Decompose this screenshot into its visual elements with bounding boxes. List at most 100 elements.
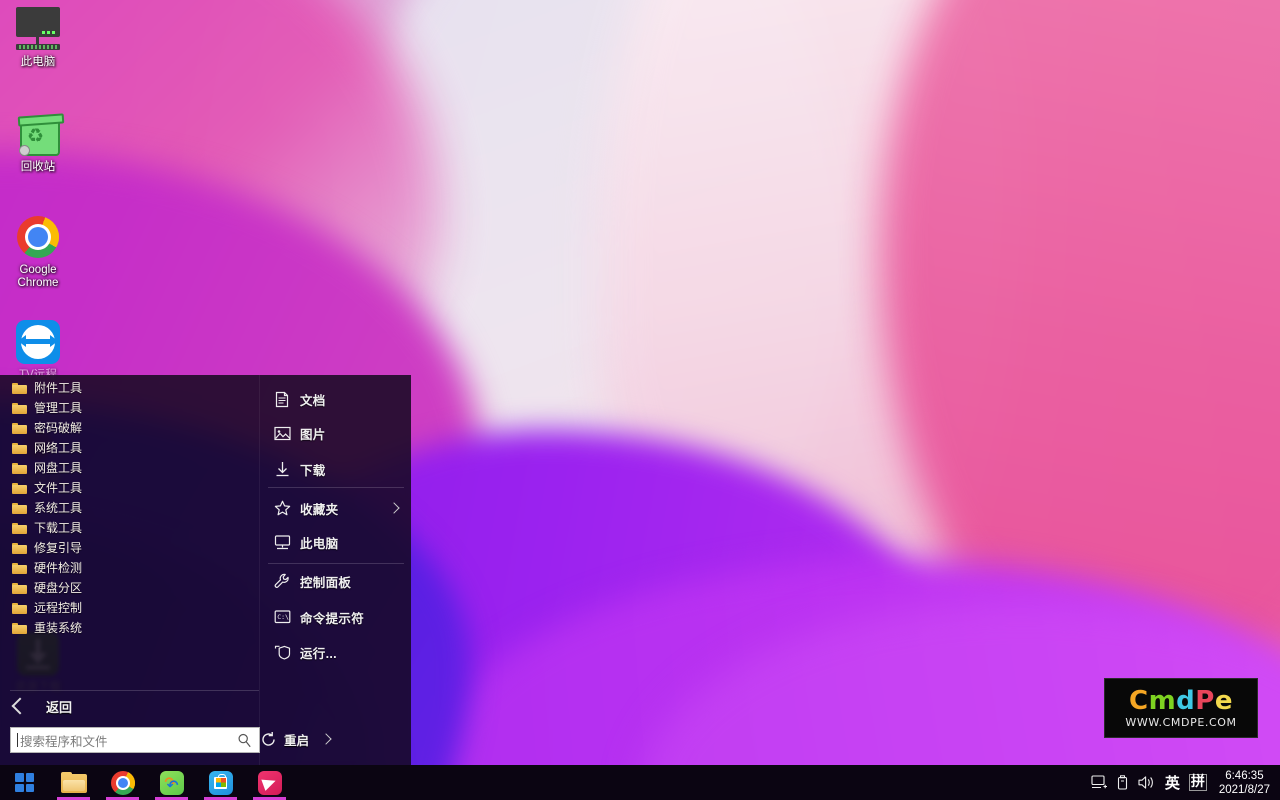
- folder-item[interactable]: 网盘工具: [0, 458, 259, 478]
- folder-label: 附件工具: [34, 382, 82, 394]
- folder-item[interactable]: 硬盘分区: [0, 578, 259, 598]
- folder-label: 远程控制: [34, 602, 82, 614]
- windows-logo-icon: [15, 773, 34, 792]
- menu-item-downloads[interactable]: 下载: [260, 456, 411, 482]
- chevron-left-icon: [12, 698, 29, 715]
- restart-label: 重启: [284, 730, 309, 749]
- star-favorites-icon: [273, 499, 291, 517]
- menu-item-this-pc[interactable]: 此电脑: [260, 529, 411, 555]
- menu-item-label: 下载: [300, 460, 326, 479]
- search-placeholder: 搜索程序和文件: [20, 731, 237, 750]
- folder-item[interactable]: 重装系统: [0, 618, 259, 638]
- taskbar-file-explorer[interactable]: [49, 765, 98, 800]
- menu-divider-2: [268, 563, 404, 564]
- desktop-icon-google-chrome[interactable]: Google Chrome: [1, 213, 75, 290]
- menu-item-label: 此电脑: [300, 533, 338, 552]
- folder-icon: [12, 602, 27, 614]
- folder-label: 硬件检测: [34, 562, 82, 574]
- desktop-icon-teamviewer[interactable]: TV远程: [1, 318, 75, 382]
- sync-arrows-icon: ↷↶: [160, 771, 184, 795]
- folder-icon: [12, 582, 27, 594]
- monitor-this-pc-icon: [273, 533, 291, 551]
- teamviewer-icon: [14, 318, 62, 366]
- menu-item-label: 收藏夹: [300, 499, 338, 518]
- folder-label: 修复引导: [34, 542, 82, 554]
- menu-item-label: 运行...: [300, 643, 337, 662]
- menu-item-pictures[interactable]: 图片: [260, 420, 411, 446]
- wrench-control-panel-icon: [273, 572, 291, 590]
- folder-icon: [12, 482, 27, 494]
- taskbar-telegram[interactable]: [245, 765, 294, 800]
- folder-item[interactable]: 修复引导: [0, 538, 259, 558]
- ime-language-indicator[interactable]: 英: [1165, 772, 1180, 793]
- folder-icon: [61, 772, 87, 793]
- run-icon: [273, 643, 291, 661]
- volume-icon[interactable]: [1138, 775, 1156, 790]
- cmdpe-watermark: CmdPe WWW.CMDPE.COM: [1104, 678, 1258, 738]
- desktop-icon-recycle-bin[interactable]: ♻ 回收站: [1, 110, 75, 174]
- menu-item-run[interactable]: 运行...: [260, 639, 411, 665]
- folder-label: 管理工具: [34, 402, 82, 414]
- folder-label: 系统工具: [34, 502, 82, 514]
- taskbar-sync-tool[interactable]: ↷↶: [147, 765, 196, 800]
- folder-label: 网盘工具: [34, 462, 82, 474]
- folder-item[interactable]: 硬件检测: [0, 558, 259, 578]
- menu-divider-1: [268, 487, 404, 488]
- menu-item-control-panel[interactable]: 控制面板: [260, 568, 411, 594]
- cmdpe-url: WWW.CMDPE.COM: [1125, 716, 1236, 729]
- chevron-right-icon: [320, 733, 331, 744]
- folder-item[interactable]: 文件工具: [0, 478, 259, 498]
- cmdpe-letter: e: [1215, 688, 1233, 714]
- taskbar-google-chrome[interactable]: [98, 765, 147, 800]
- ime-mode-indicator[interactable]: 拼: [1189, 774, 1207, 791]
- folder-item[interactable]: 密码破解: [0, 418, 259, 438]
- usb-icon[interactable]: [1117, 775, 1129, 791]
- cmdpe-letter: d: [1176, 688, 1195, 714]
- desktop-icon-this-pc[interactable]: 此电脑: [1, 5, 75, 69]
- folder-label: 密码破解: [34, 422, 82, 434]
- start-button[interactable]: [0, 765, 49, 800]
- folder-icon: [12, 382, 27, 394]
- folder-label: 下载工具: [34, 522, 82, 534]
- start-menu-left-divider: [10, 690, 259, 691]
- menu-item-label: 命令提示符: [300, 608, 364, 627]
- folder-item[interactable]: 管理工具: [0, 398, 259, 418]
- folder-item[interactable]: 系统工具: [0, 498, 259, 518]
- taskbar-microsoft-store[interactable]: [196, 765, 245, 800]
- menu-item-favorites[interactable]: 收藏夹: [260, 495, 411, 521]
- folder-icon: [12, 562, 27, 574]
- restart-icon: [260, 731, 277, 748]
- folder-item[interactable]: 下载工具: [0, 518, 259, 538]
- folder-item[interactable]: 远程控制: [0, 598, 259, 618]
- recycle-bin-icon: ♻: [14, 110, 62, 158]
- folder-icon: [12, 502, 27, 514]
- folder-item[interactable]: 附件工具: [0, 378, 259, 398]
- picture-icon: [273, 424, 291, 442]
- restart-button[interactable]: 重启: [260, 726, 411, 752]
- program-folder-list: 附件工具 管理工具 密码破解 网络工具 网盘工具: [0, 378, 259, 638]
- folder-label: 文件工具: [34, 482, 82, 494]
- document-icon: [273, 390, 291, 408]
- desktop-icon-label: 此电脑: [1, 56, 75, 69]
- search-icon[interactable]: [237, 733, 252, 748]
- folder-icon: [12, 462, 27, 474]
- folder-icon: [12, 542, 27, 554]
- command-prompt-icon: C:\: [273, 608, 291, 626]
- system-tray: 英 拼 6:46:35 2021/8/27: [1091, 765, 1280, 800]
- folder-icon: [12, 442, 27, 454]
- search-input[interactable]: 搜索程序和文件: [10, 727, 260, 753]
- menu-item-documents[interactable]: 文档: [260, 386, 411, 412]
- menu-item-label: 文档: [300, 390, 326, 409]
- folder-item[interactable]: 网络工具: [0, 438, 259, 458]
- start-menu-right-pane: 文档 图片 下载 收藏夹: [259, 375, 411, 765]
- cmdpe-letter: m: [1149, 688, 1177, 714]
- store-bag-icon: [209, 771, 233, 795]
- back-button[interactable]: 返回: [10, 696, 72, 716]
- this-pc-icon: [14, 5, 62, 53]
- menu-item-command-prompt[interactable]: C:\ 命令提示符: [260, 604, 411, 630]
- chrome-icon: [111, 771, 135, 795]
- network-icon[interactable]: [1091, 775, 1108, 790]
- tray-icons: 英 拼: [1091, 772, 1215, 793]
- taskbar-clock[interactable]: 6:46:35 2021/8/27: [1215, 769, 1280, 797]
- folder-icon: [12, 622, 27, 634]
